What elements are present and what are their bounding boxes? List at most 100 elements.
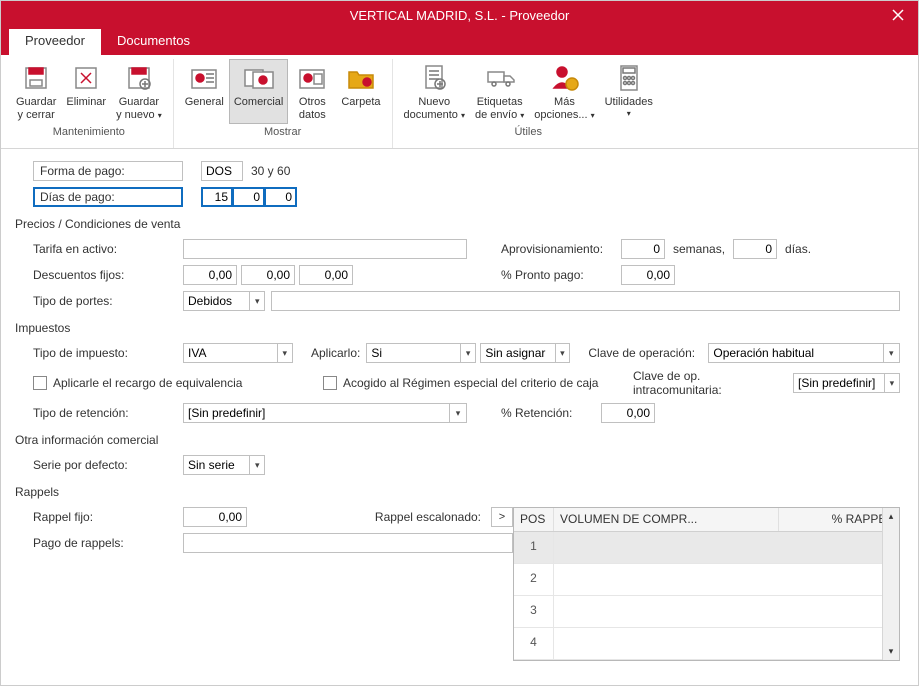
col-pos: POS <box>514 508 554 531</box>
tipo-impuesto-label: Tipo de impuesto: <box>33 346 183 360</box>
dias-text: días. <box>777 242 811 256</box>
serie-combo[interactable]: ▾ <box>183 455 265 475</box>
titlebar: VERTICAL MADRID, S.L. - Proveedor <box>1 1 918 29</box>
rappel-escalonado-label: Rappel escalonado: <box>375 510 487 524</box>
form-content: Forma de pago: 30 y 60 Días de pago: Pre… <box>1 149 918 671</box>
forma-pago-desc: 30 y 60 <box>251 164 290 178</box>
calculator-icon <box>613 62 645 94</box>
retencion-label: Tipo de retención: <box>33 406 183 420</box>
rappel-fijo-label: Rappel fijo: <box>33 510 183 524</box>
tipo-impuesto-combo[interactable]: ▾ <box>183 343 293 363</box>
pago-rappels-input[interactable] <box>183 533 513 553</box>
dias-pago-input-2[interactable] <box>233 187 265 207</box>
delete-icon <box>70 62 102 94</box>
tab-documentos[interactable]: Documentos <box>101 29 206 55</box>
section-precios-title: Precios / Condiciones de venta <box>15 217 900 231</box>
pct-ret-input[interactable] <box>601 403 655 423</box>
scroll-down-icon[interactable]: ▾ <box>883 643 899 660</box>
desc-input-1[interactable] <box>183 265 237 285</box>
guardar-nuevo-button[interactable]: Guardar y nuevo ▾ <box>111 59 167 124</box>
chevron-down-icon[interactable]: ▾ <box>249 456 264 474</box>
close-icon <box>891 8 905 22</box>
chevron-down-icon[interactable]: ▾ <box>555 344 570 362</box>
portes-label: Tipo de portes: <box>33 294 183 308</box>
serie-label: Serie por defecto: <box>33 458 183 472</box>
person-money-icon <box>548 62 580 94</box>
aprov-semanas-input[interactable] <box>621 239 665 259</box>
tab-proveedor[interactable]: Proveedor <box>9 29 101 55</box>
save-close-icon <box>20 62 52 94</box>
clave-intra-label: Clave de op. intracomunitaria: <box>633 369 793 397</box>
otros-datos-button[interactable]: Otros datos <box>288 59 336 124</box>
aprov-dias-input[interactable] <box>733 239 777 259</box>
clave-op-label: Clave de operación: <box>588 346 708 360</box>
tabstrip: Proveedor Documentos <box>1 29 918 55</box>
clave-op-combo[interactable]: ▾ <box>708 343 900 363</box>
folder-icon <box>345 62 377 94</box>
etiquetas-button[interactable]: Etiquetas de envío ▾ <box>470 59 529 124</box>
forma-pago-label: Forma de pago: <box>33 161 183 181</box>
eliminar-button[interactable]: Eliminar <box>61 59 111 124</box>
scrollbar[interactable]: ▴ ▾ <box>882 508 899 660</box>
table-row[interactable]: 1 <box>514 532 899 564</box>
rappel-fijo-input[interactable] <box>183 507 247 527</box>
retencion-combo[interactable]: ▾ <box>183 403 467 423</box>
desc-input-3[interactable] <box>299 265 353 285</box>
dias-pago-input-1[interactable] <box>201 187 233 207</box>
section-rappels-title: Rappels <box>15 485 900 499</box>
sin-asignar-combo[interactable]: ▾ <box>480 343 570 363</box>
utilidades-button[interactable]: Utilidades ▾ <box>600 59 658 124</box>
semanas-text: semanas, <box>665 242 733 256</box>
col-vol: VOLUMEN DE COMPR... <box>554 508 779 531</box>
ribbon: Guardar y cerrar Eliminar Guardar y nuev… <box>1 55 918 149</box>
chevron-down-icon[interactable]: ▾ <box>884 374 899 392</box>
descuentos-label: Descuentos fijos: <box>33 268 183 282</box>
chevron-down-icon[interactable]: ▾ <box>249 292 264 310</box>
portes-combo[interactable]: ▾ <box>183 291 265 311</box>
tarifa-label: Tarifa en activo: <box>33 242 183 256</box>
ribbon-group-label: Útiles <box>399 124 658 141</box>
chevron-down-icon[interactable]: ▾ <box>460 344 475 362</box>
acogido-label: Acogido al Régimen especial del criterio… <box>343 376 633 390</box>
portes-extra-input[interactable] <box>271 291 900 311</box>
clave-intra-combo[interactable]: ▾ <box>793 373 900 393</box>
aplicarlo-combo[interactable]: ▾ <box>366 343 476 363</box>
table-row[interactable]: 2 <box>514 564 899 596</box>
ribbon-group-label: Mostrar <box>180 124 386 141</box>
table-row[interactable]: 4 <box>514 628 899 660</box>
recargo-checkbox[interactable] <box>33 376 47 390</box>
chevron-down-icon[interactable]: ▾ <box>277 344 292 362</box>
close-button[interactable] <box>878 1 918 29</box>
mas-opciones-button[interactable]: Más opciones... ▾ <box>529 59 599 124</box>
forma-pago-code-input[interactable] <box>201 161 243 181</box>
pronto-input[interactable] <box>621 265 675 285</box>
dias-pago-label: Días de pago: <box>33 187 183 207</box>
acogido-checkbox[interactable] <box>323 376 337 390</box>
chevron-down-icon[interactable]: ▾ <box>449 404 466 422</box>
dias-pago-input-3[interactable] <box>265 187 297 207</box>
person-card-icon <box>188 62 220 94</box>
person-data-icon <box>296 62 328 94</box>
aprov-label: Aprovisionamiento: <box>501 242 621 256</box>
recargo-label: Aplicarle el recargo de equivalencia <box>53 376 323 390</box>
pronto-label: % Pronto pago: <box>501 268 621 282</box>
pct-ret-label: % Retención: <box>501 406 601 420</box>
guardar-cerrar-button[interactable]: Guardar y cerrar <box>11 59 61 124</box>
truck-icon <box>484 62 516 94</box>
pago-rappels-label: Pago de rappels: <box>33 536 183 550</box>
ribbon-group-label: Mantenimiento <box>11 124 167 141</box>
col-pct: % RAPPEL <box>779 508 899 531</box>
save-new-icon <box>123 62 155 94</box>
table-row[interactable]: 3 <box>514 596 899 628</box>
desc-input-2[interactable] <box>241 265 295 285</box>
ribbon-group-mostrar: General Comercial Otros datos Carpeta Mo… <box>174 59 393 148</box>
comercial-button[interactable]: Comercial <box>229 59 289 124</box>
person-group-icon <box>243 62 275 94</box>
carpeta-button[interactable]: Carpeta <box>336 59 385 124</box>
tarifa-input[interactable] <box>183 239 467 259</box>
general-button[interactable]: General <box>180 59 229 124</box>
nuevo-documento-button[interactable]: Nuevo documento ▾ <box>399 59 471 124</box>
scroll-up-icon[interactable]: ▴ <box>883 508 899 525</box>
chevron-down-icon[interactable]: ▾ <box>883 344 899 362</box>
rappel-escalonado-button[interactable]: > <box>491 507 513 527</box>
